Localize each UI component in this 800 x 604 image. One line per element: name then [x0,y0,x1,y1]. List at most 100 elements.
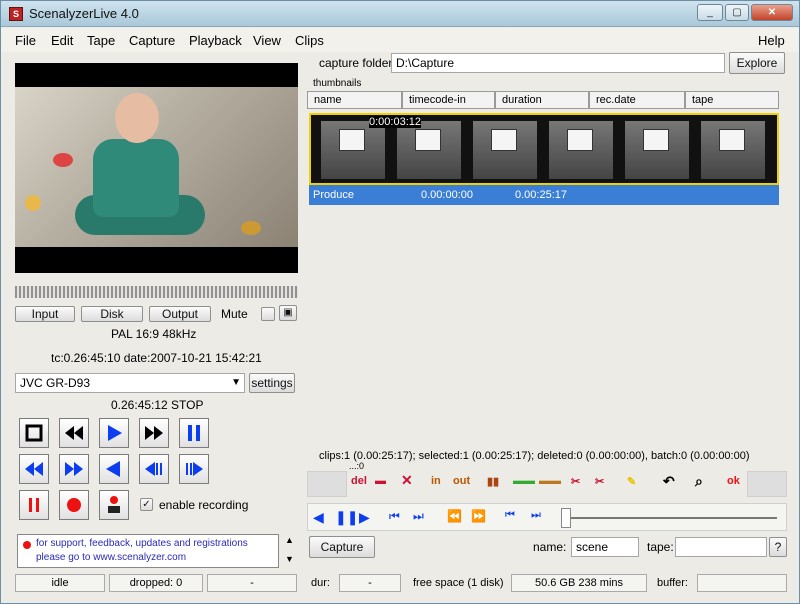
record-pause-icon[interactable] [19,490,49,520]
free-space-label: free space (1 disk) [413,577,504,589]
dur-value: - [339,574,401,592]
pause-icon[interactable] [179,418,209,448]
clip-summary: clips:1 (0.00:25:17); selected:1 (0.00:2… [319,450,750,462]
info-box: for support, feedback, updates and regis… [17,534,279,568]
ok-tool[interactable]: ok [727,475,740,487]
mark-out-tool[interactable]: out [453,475,470,487]
buffer-value [697,574,787,592]
frame-back-fast-icon[interactable] [19,454,49,484]
close-button[interactable]: ✕ [751,4,793,21]
menu-edit[interactable]: Edit [51,33,73,48]
menu-view[interactable]: View [253,33,281,48]
clip-duration: 0.00:25:17 [515,189,567,201]
position-slider[interactable] [567,517,777,519]
thumbnail [397,121,461,179]
scroll-down-icon[interactable]: ▼ [285,554,294,564]
title-bar: S ScenalyzerLive 4.0 _ ▢ ✕ [1,1,799,27]
next-frame-icon[interactable]: ⏭ [413,509,424,524]
prev-clip-icon[interactable]: ⏪ [447,509,462,523]
thumbnail [321,121,385,179]
unsplit-icon[interactable]: ✂ [595,475,604,488]
enable-recording-checkbox[interactable]: ✓ [140,498,153,511]
status-state: idle [15,574,105,592]
fast-forward-icon[interactable] [139,418,169,448]
column-header-duration[interactable]: duration [495,91,589,109]
split-icon[interactable]: ▮▮ [487,475,499,488]
explore-button[interactable]: Explore [729,52,785,74]
rewind-icon[interactable] [59,418,89,448]
thumbnail [549,121,613,179]
pause-small-icon[interactable]: ❚❚ [335,509,358,526]
slider-handle[interactable] [561,508,571,528]
dur-label: dur: [311,577,330,589]
shuttle-forward-icon[interactable] [179,454,209,484]
maximize-button[interactable]: ▢ [725,4,749,21]
edit-toolbar-blank [307,471,347,497]
column-header-timecode-in[interactable]: timecode-in [402,91,495,109]
clip-row[interactable]: Produce 0.00:00:00 0.00:25:17 [309,185,779,205]
play-icon[interactable] [99,418,129,448]
column-header-name[interactable]: name [307,91,402,109]
merge-icon[interactable]: ▬▬ [513,475,535,487]
prev-frame-icon[interactable]: ⏮ [389,509,400,524]
jump-end-icon[interactable]: ⏭ [531,509,541,522]
delete-tool[interactable]: del [351,475,367,487]
clip-list-area[interactable] [307,207,781,447]
tab-disk[interactable]: Disk [81,306,143,322]
zoom-icon[interactable]: ⌕ [695,473,703,490]
stop-icon[interactable] [19,418,49,448]
menu-file[interactable]: File [15,33,36,48]
menu-bar: File Edit Tape Capture Playback View Cli… [1,28,799,52]
clip-summary-sub: ...:0 [349,461,365,471]
info-text[interactable]: for support, feedback, updates and regis… [36,538,248,563]
next-clip-icon[interactable]: ⏩ [471,509,486,523]
device-select[interactable]: JVC GR-D93 ▼ [15,373,245,393]
column-header-tape[interactable]: tape [685,91,779,109]
mute-checkbox[interactable] [261,307,275,321]
close-x-icon[interactable]: ✕ [401,472,413,489]
prev-icon[interactable]: ◀ [313,509,324,526]
tab-output[interactable]: Output [149,306,211,322]
toy [25,195,41,211]
app-window: S ScenalyzerLive 4.0 _ ▢ ✕ File Edit Tap… [0,0,800,604]
highlight-icon[interactable]: ✎ [627,475,636,488]
record-icon[interactable] [59,490,89,520]
scroll-up-icon[interactable]: ▲ [285,535,294,545]
capture-button[interactable]: Capture [309,536,375,558]
mute-label: Mute [221,307,248,321]
baby-body [93,139,179,217]
help-button[interactable]: ? [769,537,787,557]
capture-folder-field[interactable]: D:\Capture [391,53,725,73]
menu-capture[interactable]: Capture [129,33,175,48]
film-icon[interactable]: ▬▬ [539,475,561,487]
menu-clips[interactable]: Clips [295,33,324,48]
frame-forward-fast-icon[interactable] [59,454,89,484]
reverse-play-icon[interactable] [99,454,129,484]
mark-in-tool[interactable]: in [431,475,441,487]
name-field[interactable]: scene [571,537,639,557]
status-dropped: dropped: 0 [109,574,203,592]
cut-icon[interactable]: ▬ [375,475,386,487]
tape-field[interactable] [675,537,767,557]
name-label: name: [533,540,567,554]
thumbnails-label: thumbnails [313,78,362,89]
audio-meter [15,286,298,298]
tab-input[interactable]: Input [15,306,75,322]
scissors-icon[interactable]: ✂ [571,475,580,488]
menu-playback[interactable]: Playback [189,33,242,48]
column-header-rec-date[interactable]: rec.date [589,91,685,109]
shuttle-back-icon[interactable] [139,454,169,484]
minimize-button[interactable]: _ [697,4,723,21]
menu-tape[interactable]: Tape [87,33,115,48]
undo-icon[interactable]: ↶ [663,473,675,490]
capture-folder-label: capture folder [319,56,393,70]
menu-help[interactable]: Help [758,33,785,48]
jump-start-icon[interactable]: ⏮ [505,509,515,522]
thumbnail-strip[interactable]: 0:00:03:12 [309,113,779,185]
buffer-label: buffer: [657,577,688,589]
next-icon[interactable]: ▶ [359,509,370,526]
thumbnail [625,121,689,179]
record-to-disk-icon[interactable] [99,490,129,520]
settings-button[interactable]: settings [249,373,295,393]
window-toggle-icon[interactable]: ▣ [279,305,297,321]
